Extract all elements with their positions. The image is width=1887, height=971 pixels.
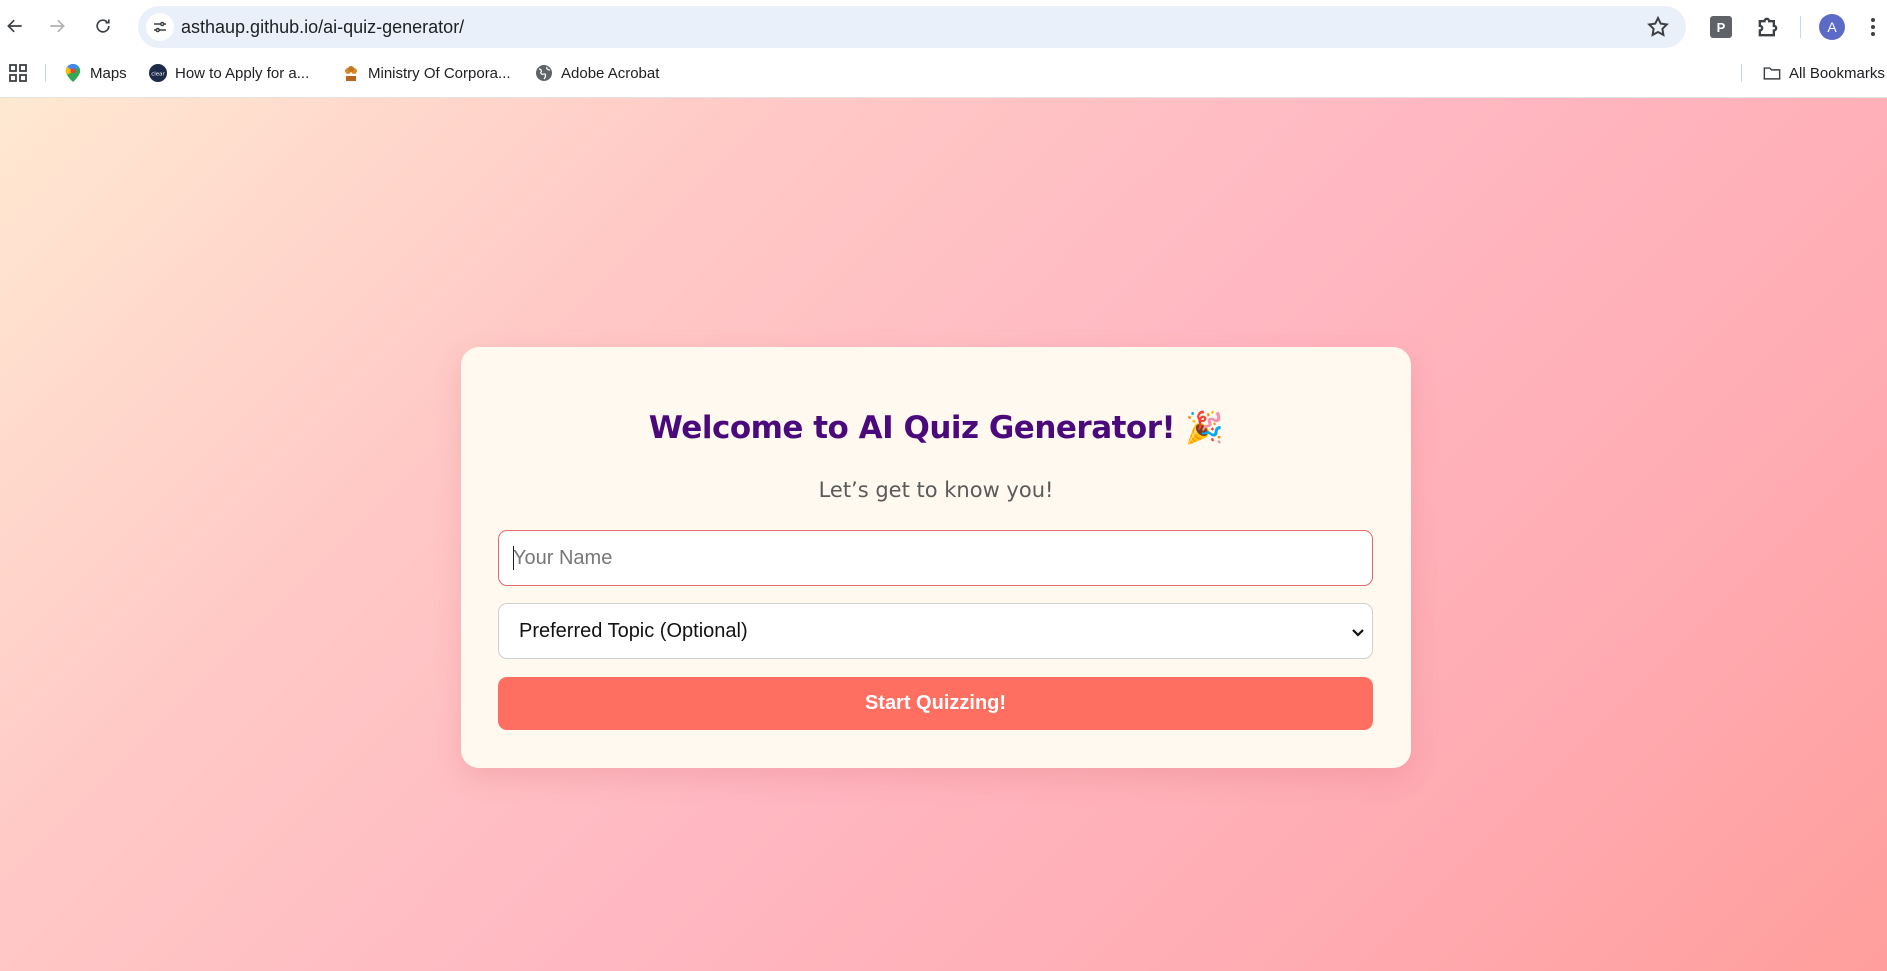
bookmark-ministry[interactable]: Ministry Of Corpora... bbox=[342, 60, 511, 86]
site-info-button[interactable] bbox=[146, 13, 174, 41]
extension-p-icon[interactable]: P bbox=[1710, 16, 1732, 38]
bookmark-label: Maps bbox=[90, 64, 127, 82]
bookmark-how-to-apply[interactable]: clear How to Apply for a... bbox=[149, 60, 309, 86]
welcome-card: Welcome to AI Quiz Generator! 🎉 Let’s get… bbox=[461, 347, 1411, 768]
toolbar-divider bbox=[1800, 16, 1801, 38]
address-bar[interactable]: asthaup.github.io/ai-quiz-generator/ bbox=[138, 6, 1686, 48]
all-bookmarks-button[interactable]: All Bookmarks bbox=[1763, 60, 1885, 86]
page-title-text: Welcome to AI Quiz Generator! bbox=[648, 410, 1176, 446]
google-maps-icon bbox=[64, 64, 82, 82]
bookmarks-divider bbox=[45, 64, 46, 82]
more-vert-icon[interactable] bbox=[1866, 15, 1880, 39]
emblem-icon bbox=[342, 64, 360, 82]
profile-avatar[interactable]: A bbox=[1819, 14, 1845, 40]
page-viewport: Welcome to AI Quiz Generator! 🎉 Let’s get… bbox=[0, 98, 1887, 971]
folder-icon bbox=[1763, 64, 1781, 82]
browser-toolbar: asthaup.github.io/ai-quiz-generator/ P A bbox=[0, 0, 1887, 54]
bookmark-label: How to Apply for a... bbox=[175, 64, 310, 82]
text-caret bbox=[513, 546, 514, 570]
reload-icon bbox=[96, 19, 110, 33]
svg-text:clear: clear bbox=[151, 72, 165, 78]
tune-icon bbox=[154, 21, 166, 33]
extensions-puzzle-icon[interactable] bbox=[1754, 13, 1782, 41]
arrow-left-icon bbox=[7, 19, 22, 33]
back-button[interactable] bbox=[0, 11, 30, 41]
name-input[interactable] bbox=[498, 530, 1373, 586]
start-quizzing-button[interactable]: Start Quizzing! bbox=[498, 677, 1373, 730]
reload-button[interactable] bbox=[88, 11, 118, 41]
bookmark-label: Ministry Of Corpora... bbox=[368, 64, 511, 82]
clear-icon: clear bbox=[149, 64, 167, 82]
url-text[interactable]: asthaup.github.io/ai-quiz-generator/ bbox=[181, 17, 464, 38]
bookmarks-divider-right bbox=[1741, 64, 1742, 82]
all-bookmarks-label: All Bookmarks bbox=[1789, 64, 1885, 82]
topic-select-value: Preferred Topic (Optional) bbox=[519, 619, 748, 642]
bookmark-maps[interactable]: Maps bbox=[64, 60, 127, 86]
topic-select[interactable]: Preferred Topic (Optional) bbox=[498, 603, 1373, 659]
star-icon[interactable] bbox=[1646, 15, 1670, 39]
bookmarks-bar: Maps clear How to Apply for a... Ministr… bbox=[0, 54, 1887, 92]
arrow-right-icon bbox=[50, 19, 65, 33]
browser-chrome: asthaup.github.io/ai-quiz-generator/ P A… bbox=[0, 0, 1887, 98]
apps-grid-icon[interactable] bbox=[8, 63, 28, 83]
bookmark-label: Adobe Acrobat bbox=[561, 64, 660, 82]
party-popper-icon: 🎉 bbox=[1185, 410, 1224, 446]
page-subtitle: Let’s get to know you! bbox=[818, 478, 1054, 502]
forward-button[interactable] bbox=[42, 11, 72, 41]
globe-icon bbox=[535, 64, 553, 82]
page-title: Welcome to AI Quiz Generator! 🎉 bbox=[461, 409, 1411, 446]
bookmark-adobe-acrobat[interactable]: Adobe Acrobat bbox=[535, 60, 659, 86]
chevron-down-icon bbox=[1352, 629, 1364, 637]
